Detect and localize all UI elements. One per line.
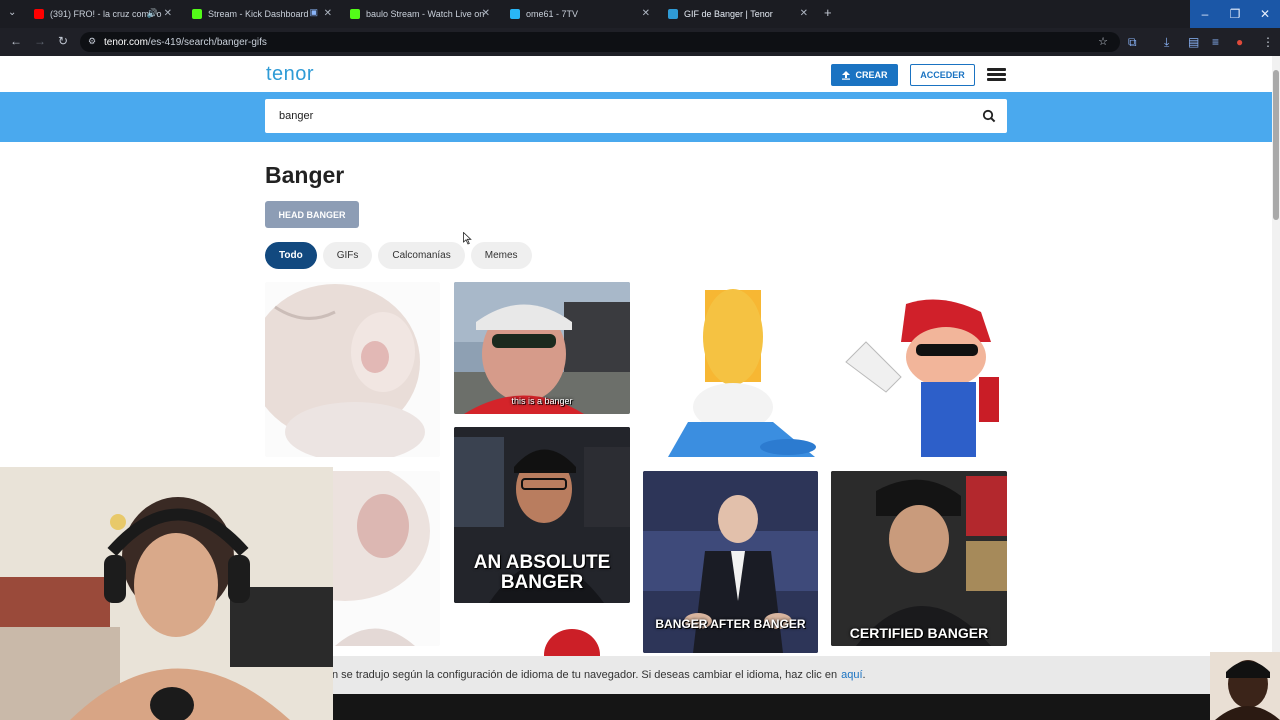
tab-title: (391) FRO! - la cruz como o	[50, 9, 162, 19]
login-button[interactable]: ACCEDER	[910, 64, 975, 86]
address-bar-row: ← → ↻ ⚙ tenor.com/es-419/search/banger-g…	[0, 28, 1280, 56]
tab-title: GIF de Banger | Tenor	[684, 9, 773, 19]
man-sunglasses-gif-image	[454, 282, 630, 414]
gif-tile-partial[interactable]	[454, 617, 630, 657]
certified-banger-gif-image	[831, 471, 1007, 646]
gif-caption: CERTIFIED BANGER	[849, 625, 989, 641]
close-window-icon[interactable]: ✕	[1250, 0, 1280, 28]
login-button-label: ACCEDER	[920, 70, 965, 80]
gif-caption: BANGER AFTER BANGER	[655, 617, 806, 631]
mario-gif-image	[845, 299, 999, 457]
hamburger-menu-icon[interactable]	[987, 68, 1006, 82]
tab-7tv[interactable]: ome61 - 7TV ✕	[504, 3, 656, 25]
site-info-icon[interactable]: ⚙	[88, 36, 96, 47]
speaker-icon: 🔊	[146, 8, 158, 18]
webcam-person-image	[0, 467, 333, 720]
bookmark-star-icon[interactable]: ☆	[1098, 35, 1108, 48]
tenor-logo[interactable]: tenor	[266, 63, 314, 86]
back-icon[interactable]: ←	[10, 34, 22, 48]
reload-icon[interactable]: ↻	[58, 34, 68, 48]
extension-icon[interactable]: ▤	[1188, 35, 1199, 49]
kick-icon	[350, 9, 360, 19]
close-tab-icon[interactable]: ✕	[324, 8, 332, 19]
browser-tab-bar: ⌄ (391) FRO! - la cruz como o 🔊 ✕ Stream…	[0, 0, 1280, 28]
filter-tabs: Todo GIFs Calcomanías Memes	[265, 242, 532, 269]
create-button[interactable]: CREAR	[831, 64, 898, 86]
restore-icon[interactable]: ❐	[1220, 0, 1250, 28]
cat-gif-image	[265, 284, 425, 457]
gif-tile-homer[interactable]	[643, 282, 818, 457]
forward-icon[interactable]: →	[34, 34, 46, 48]
page-title: Banger	[265, 162, 345, 188]
search-band	[0, 92, 1272, 142]
extension-icon[interactable]: ≡	[1212, 35, 1219, 49]
tab-title: baulo Stream - Watch Live on	[366, 9, 485, 19]
language-notice-bar: n se tradujo según la configuración de i…	[332, 656, 1210, 694]
url-path: /es-419/search/banger-gifs	[147, 36, 267, 48]
url-field[interactable]: ⚙ tenor.com/es-419/search/banger-gifs ☆	[80, 32, 1120, 52]
7tv-icon	[510, 9, 520, 19]
gif-tile-this-is-a-banger[interactable]: this is a banger	[454, 282, 630, 414]
close-tab-icon[interactable]: ✕	[164, 8, 172, 19]
create-button-label: CREAR	[855, 70, 888, 80]
webcam-overlay	[0, 467, 333, 720]
secondary-webcam-image	[1210, 652, 1280, 720]
gif-tile-banger-after-banger[interactable]: BANGER AFTER BANGER	[643, 471, 818, 653]
extensions-icon[interactable]: ⧉	[1128, 35, 1137, 50]
tab-youtube[interactable]: (391) FRO! - la cruz como o 🔊 ✕	[28, 3, 178, 25]
tab-search-icon[interactable]: ⌄	[8, 7, 16, 18]
gif-tile-cat[interactable]	[265, 282, 440, 457]
related-search-chip[interactable]: HEAD BANGER	[265, 201, 359, 228]
close-tab-icon[interactable]: ✕	[800, 8, 808, 19]
filter-stickers[interactable]: Calcomanías	[378, 242, 465, 269]
secondary-webcam-overlay	[1210, 652, 1280, 720]
close-tab-icon[interactable]: ✕	[482, 8, 490, 19]
language-notice-end: .	[862, 669, 866, 681]
search-icon[interactable]	[982, 109, 996, 123]
tab-title: Stream - Kick Dashboard	[208, 9, 309, 19]
site-header: tenor CREAR ACCEDER	[0, 56, 1272, 92]
gif-tile-an-absolute-banger[interactable]: AN ABSOLUTE BANGER	[454, 427, 630, 603]
homer-gif-image	[668, 289, 816, 457]
close-tab-icon[interactable]: ✕	[642, 8, 650, 19]
url-host: tenor.com	[104, 36, 148, 48]
download-icon[interactable]: ⤓	[1164, 35, 1169, 50]
gif-caption: AN ABSOLUTE BANGER	[473, 552, 611, 593]
upload-icon	[842, 71, 851, 80]
mouse-cursor-icon	[463, 232, 472, 245]
filter-gifs[interactable]: GIFs	[322, 242, 373, 269]
filter-todo[interactable]: Todo	[265, 242, 317, 269]
profile-avatar-icon[interactable]: ●	[1236, 35, 1243, 49]
search-input[interactable]	[265, 99, 945, 133]
filter-memes[interactable]: Memes	[470, 242, 532, 269]
tenor-icon	[668, 9, 678, 19]
page-scrollbar[interactable]	[1272, 56, 1280, 656]
tab-kick-stream[interactable]: baulo Stream - Watch Live on ✕	[344, 3, 496, 25]
minimize-icon[interactable]: –	[1190, 0, 1220, 28]
red-hat-gif-image	[544, 629, 600, 657]
gif-tile-mario[interactable]	[831, 282, 1006, 457]
tab-title: ome61 - 7TV	[526, 9, 579, 19]
browser-menu-icon[interactable]: ⋮	[1262, 35, 1274, 49]
youtube-icon	[34, 9, 44, 19]
tab-tenor[interactable]: GIF de Banger | Tenor ✕	[662, 3, 814, 25]
picture-in-picture-icon: ▣	[309, 7, 318, 17]
new-tab-icon[interactable]: +	[824, 5, 832, 20]
language-notice-text: n se tradujo según la configuración de i…	[332, 669, 838, 681]
language-notice-link[interactable]: aquí	[841, 669, 862, 681]
kick-icon	[192, 9, 202, 19]
scrollbar-thumb[interactable]	[1273, 70, 1279, 220]
tab-kick-dashboard[interactable]: Stream - Kick Dashboard ▣ ✕	[186, 3, 338, 25]
gif-tile-certified-banger[interactable]: CERTIFIED BANGER	[831, 471, 1007, 646]
bottom-dark-strip	[332, 694, 1280, 720]
search-box	[265, 99, 1007, 133]
gif-caption: this is a banger	[511, 396, 573, 406]
